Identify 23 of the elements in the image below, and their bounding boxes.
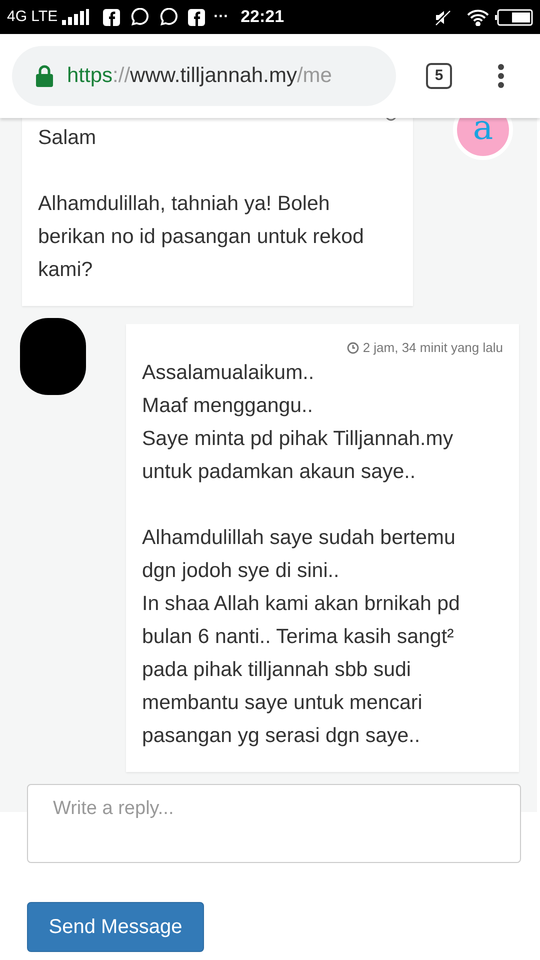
battery-icon bbox=[495, 8, 533, 26]
more-notifications: ··· bbox=[214, 6, 229, 27]
wifi-icon bbox=[467, 8, 489, 26]
address-bar[interactable]: https://www.tilljannah.my/me bbox=[12, 46, 396, 106]
lock-icon bbox=[36, 65, 53, 87]
chat-icon bbox=[158, 8, 178, 26]
reply-field[interactable]: Write a reply... bbox=[27, 784, 521, 862]
signal-icon bbox=[62, 9, 89, 25]
menu-icon[interactable] bbox=[497, 63, 505, 89]
url-text: https://www.tilljannah.my/me bbox=[67, 63, 332, 90]
clock-icon bbox=[346, 342, 359, 354]
send-message-button[interactable]: Send Message bbox=[27, 902, 204, 952]
tab-count-button[interactable]: 5 bbox=[426, 63, 452, 89]
facebook-icon bbox=[188, 8, 205, 26]
clock-time: 22:21 bbox=[240, 6, 284, 28]
facebook-icon bbox=[102, 8, 120, 26]
avatar: a bbox=[453, 118, 513, 160]
message-text: Assalamualaikum.. Maaf menggangu.. Saye minta pd pihak Tilljannah.my untuk padamkan akaun saye.. Alhamdulillah saye sudah bertemu dgn jodoh sye di sini.. In shaa Allah kami akan brnikah pd bulan 6 nanti.. Terima kasih sangt² pada pihak tilljannah sbb sudi membantu saye untuk mencari pasangan yg serasi dgn saye.. bbox=[142, 360, 461, 748]
network-label: 4G LTE bbox=[7, 6, 58, 27]
chat-icon bbox=[130, 8, 149, 26]
message-time: 2 jam, 34 minit yang lalu bbox=[362, 339, 503, 357]
mute-icon bbox=[434, 8, 451, 26]
message-text: Salam Alhamdulillah, tahniah ya! Boleh berikan no id pasangan untuk rekod kami? bbox=[38, 125, 365, 283]
